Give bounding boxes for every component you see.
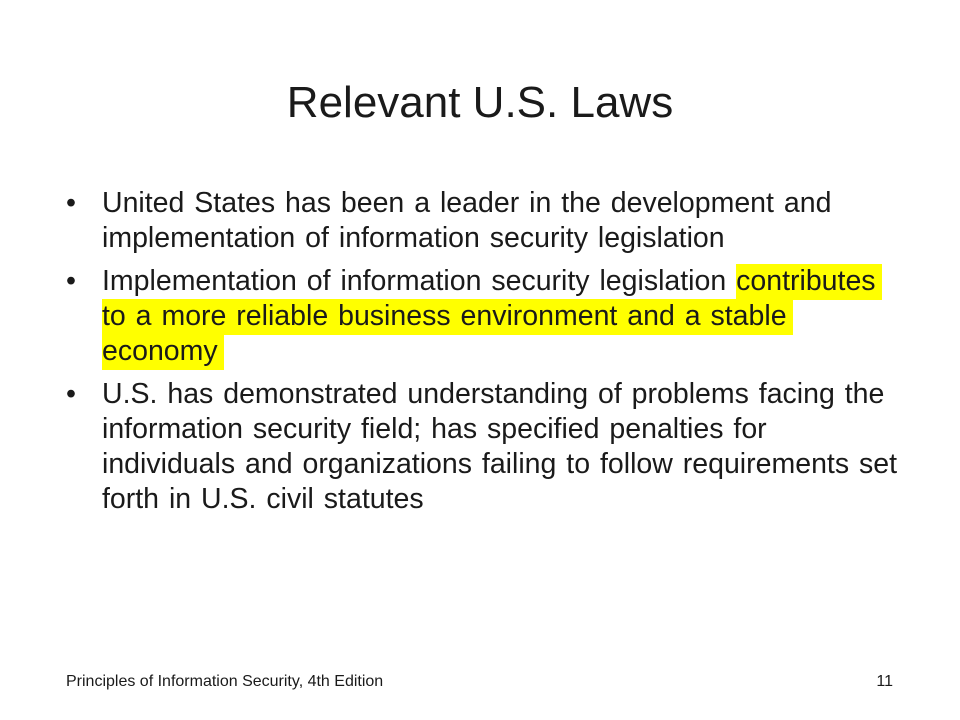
bullet-item: • U.S. has demonstrated understanding of… — [66, 377, 906, 517]
bullet-text: U.S. has demonstrated understanding of p… — [102, 378, 898, 515]
bullet-dot: • — [66, 187, 76, 219]
bullet-text: United States has been a leader in the d… — [102, 187, 832, 254]
bullet-item: • United States has been a leader in the… — [66, 186, 906, 256]
slide-title: Relevant U.S. Laws — [286, 78, 674, 127]
bullet-text: Implementation of information security l… — [102, 265, 737, 297]
footer-page-number: 11 — [876, 673, 893, 690]
slide: Relevant U.S. Laws • United States has b… — [0, 0, 960, 720]
bullet-item: • Implementation of information security… — [66, 264, 906, 370]
bullet-list: • United States has been a leader in the… — [66, 186, 906, 525]
footer-book-title: Principles of Information Security, 4th … — [66, 673, 384, 690]
bullet-dot: • — [66, 265, 76, 297]
bullet-dot: • — [66, 378, 76, 410]
